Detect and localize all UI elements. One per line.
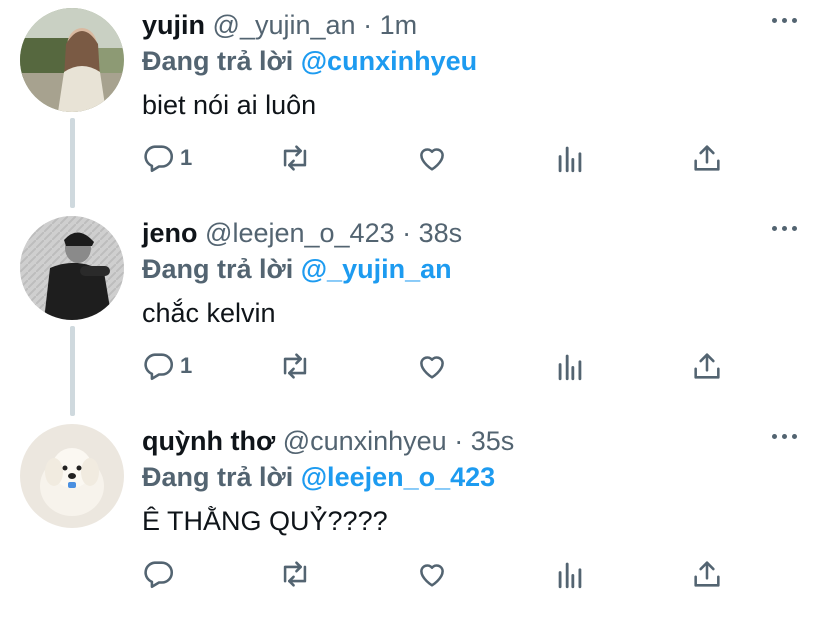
replying-to: Đang trả lời @_yujin_an	[142, 252, 452, 286]
tweet-actions	[0, 554, 828, 594]
timestamp[interactable]: 38s	[419, 218, 463, 248]
analytics-icon	[558, 354, 582, 381]
like-icon	[420, 148, 444, 171]
tweet-header: jeno @leejen_o_423 · 38s	[142, 216, 462, 250]
like-button[interactable]	[415, 346, 449, 386]
tweet[interactable]: yujin @_yujin_an · 1m Đang trả lời @cunx…	[0, 0, 828, 208]
tweet[interactable]: jeno @leejen_o_423 · 38s Đang trả lời @_…	[0, 208, 828, 416]
analytics-button[interactable]	[553, 346, 587, 386]
tweet-text: biet nói ai luôn	[142, 90, 317, 120]
mention-link[interactable]: @cunxinhyeu	[301, 46, 477, 76]
retweet-button[interactable]	[278, 138, 312, 178]
replying-to: Đang trả lời @leejen_o_423	[142, 460, 495, 494]
reply-button[interactable]: 1	[142, 346, 192, 386]
reply-count: 1	[180, 145, 193, 170]
tweet-header: quỳnh thơ @cunxinhyeu · 35s	[142, 424, 514, 458]
timestamp[interactable]: 1m	[380, 10, 418, 40]
avatar[interactable]	[20, 8, 124, 112]
mention-link[interactable]: @_yujin_an	[301, 254, 452, 284]
separator-dot: ·	[402, 218, 412, 248]
more-icon[interactable]	[772, 218, 804, 238]
replying-to-label: Đang trả lời	[142, 46, 294, 76]
analytics-button[interactable]	[553, 138, 587, 178]
share-button[interactable]	[690, 138, 724, 178]
reply-icon	[144, 353, 174, 381]
avatar[interactable]	[20, 216, 124, 320]
tweet[interactable]: quỳnh thơ @cunxinhyeu · 35s Đang trả lời…	[0, 416, 828, 624]
user-handle[interactable]: @cunxinhyeu	[283, 426, 447, 456]
replying-to-label: Đang trả lời	[142, 462, 294, 492]
timestamp[interactable]: 35s	[471, 426, 515, 456]
analytics-button[interactable]	[553, 554, 587, 594]
tweet-header: yujin @_yujin_an · 1m	[142, 8, 417, 42]
share-icon	[694, 561, 720, 587]
retweet-button[interactable]	[278, 346, 312, 386]
avatar[interactable]	[20, 424, 124, 528]
more-icon[interactable]	[772, 10, 804, 30]
like-icon	[420, 564, 444, 587]
share-button[interactable]	[690, 346, 724, 386]
replying-to-label: Đang trả lời	[142, 254, 294, 284]
like-button[interactable]	[415, 138, 449, 178]
like-button[interactable]	[415, 554, 449, 594]
mention-link[interactable]: @leejen_o_423	[301, 462, 495, 492]
tweet-actions: 1	[0, 138, 828, 178]
display-name[interactable]: yujin	[142, 10, 205, 40]
retweet-icon	[283, 561, 307, 587]
reply-icon	[144, 561, 174, 589]
separator-dot: ·	[454, 426, 464, 456]
tweet-actions: 1	[0, 346, 828, 386]
analytics-icon	[558, 562, 582, 589]
like-icon	[420, 356, 444, 379]
tweet-text: Ê THẰNG QUỶ????	[142, 506, 388, 536]
retweet-button[interactable]	[278, 554, 312, 594]
reply-button[interactable]: 1	[142, 138, 192, 178]
tweet-text: chắc kelvin	[142, 298, 276, 328]
retweet-icon	[283, 353, 307, 379]
reply-button[interactable]	[142, 554, 180, 594]
analytics-icon	[558, 146, 582, 173]
retweet-icon	[283, 145, 307, 171]
more-icon[interactable]	[772, 426, 804, 446]
share-icon	[694, 353, 720, 379]
share-icon	[694, 145, 720, 171]
share-button[interactable]	[690, 554, 724, 594]
user-handle[interactable]: @_yujin_an	[213, 10, 356, 40]
display-name[interactable]: quỳnh thơ	[142, 426, 275, 456]
separator-dot: ·	[363, 10, 373, 40]
reply-icon	[144, 145, 174, 173]
replying-to: Đang trả lời @cunxinhyeu	[142, 44, 477, 78]
user-handle[interactable]: @leejen_o_423	[205, 218, 395, 248]
reply-count: 1	[180, 353, 193, 378]
display-name[interactable]: jeno	[142, 218, 198, 248]
